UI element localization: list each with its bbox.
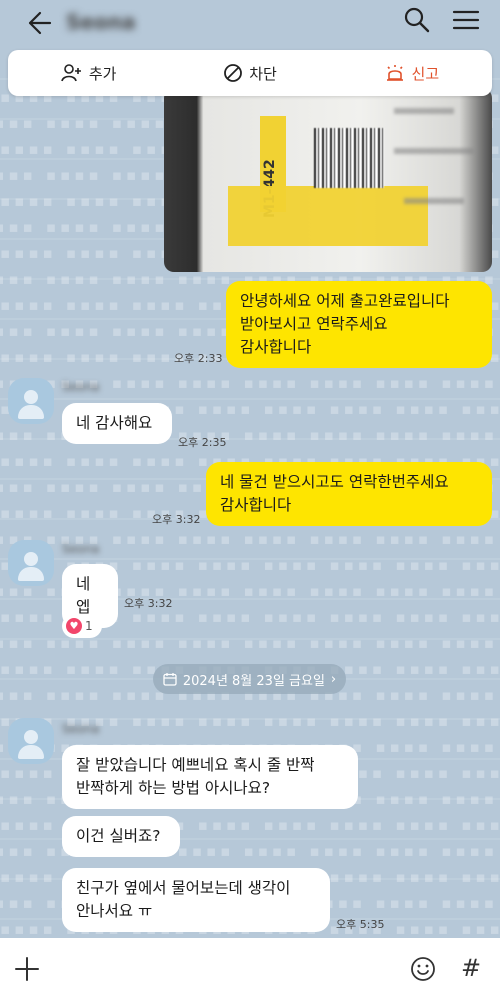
action-card: 추가 차단 신고 [8,50,492,96]
date-divider[interactable]: 2024년 8월 23일 금요일 › [153,664,346,694]
profile-avatar[interactable] [8,718,54,764]
block-icon [224,64,243,82]
reaction-count: 1 [85,619,93,633]
photo-blurred-text [394,148,474,154]
reaction-badge[interactable]: ♥ 1 [62,614,102,638]
profile-avatar[interactable] [8,540,54,586]
message-line: 네 물건 받으시고도 연락한번주세요 [220,473,449,491]
date-divider-label: 2024년 8월 23일 금요일 [182,673,325,689]
add-friend-label: 추가 [88,64,117,83]
search-icon[interactable] [402,5,432,35]
photo-blurred-text [404,198,464,204]
hashtag-icon[interactable]: # [456,952,486,984]
sender-name: Seona [62,380,100,394]
emoji-icon[interactable] [408,954,438,984]
message-line: 반짝하게 하는 방법 아시나요? [76,779,271,797]
heart-icon: ♥ [66,618,82,634]
other-message-bubble[interactable]: 친구가 옆에서 물어보는데 생각이 안나서요 ㅠ [62,868,330,932]
my-message-bubble[interactable]: 네 물건 받으시고도 연락한번주세요 감사합니다 [206,462,492,526]
add-friend-icon [61,64,81,82]
other-message-bubble[interactable]: 네 감사해요 [62,403,172,444]
plus-icon[interactable] [12,954,42,984]
photo-yellow-area [228,186,428,246]
message-line: 감사합니다 [220,496,292,514]
menu-icon[interactable] [450,5,482,35]
other-message-bubble[interactable]: 이건 실버죠? [62,816,180,857]
my-message-bubble[interactable]: 안녕하세요 어제 출고완료입니다 받아보시고 연락주세요 감사합니다 [226,281,492,368]
siren-icon [386,65,403,81]
sender-name: Seona [62,542,100,556]
message-time: 오후 3:32 [124,597,173,610]
top-bar: Seona [0,0,500,52]
message-line: 네 감사해요 [76,414,153,432]
message-time: 오후 2:33 [174,352,223,365]
message-line: 잘 받았습니다 예쁘네요 혹시 줄 반짝 [76,756,315,774]
add-friend-button[interactable]: 추가 [8,50,169,96]
message-line: 친구가 옆에서 물어보는데 생각이 [76,879,291,897]
calendar-icon [163,673,177,686]
shared-photo[interactable]: M1-442 [164,88,492,272]
message-input-bar[interactable]: # [0,938,500,1000]
message-time: 오후 2:35 [178,436,227,449]
photo-blurred-text [394,108,454,114]
sender-name: Seona [62,722,100,736]
message-line: 이건 실버죠? [76,827,161,845]
message-line: 감사합니다 [240,338,312,356]
profile-avatar[interactable] [8,378,54,424]
block-button[interactable]: 차단 [169,50,330,96]
report-label: 신고 [411,64,440,83]
message-time: 오후 5:35 [336,918,385,931]
chevron-right-icon: › [330,671,337,687]
report-button[interactable]: 신고 [331,50,492,96]
message-line: 안나서요 ㅠ [76,902,153,920]
room-title: Seona [66,10,136,34]
message-line: 네엡 [76,575,91,616]
other-message-bubble[interactable]: 잘 받았습니다 예쁘네요 혹시 줄 반짝 반짝하게 하는 방법 아시나요? [62,745,358,809]
message-line: 안녕하세요 어제 출고완료입니다 [240,292,450,310]
message-line: 받아보시고 연락주세요 [240,315,388,333]
block-label: 차단 [249,64,277,83]
back-arrow-icon[interactable] [18,6,54,42]
message-time: 오후 3:32 [152,513,201,526]
photo-barcode [314,128,384,188]
